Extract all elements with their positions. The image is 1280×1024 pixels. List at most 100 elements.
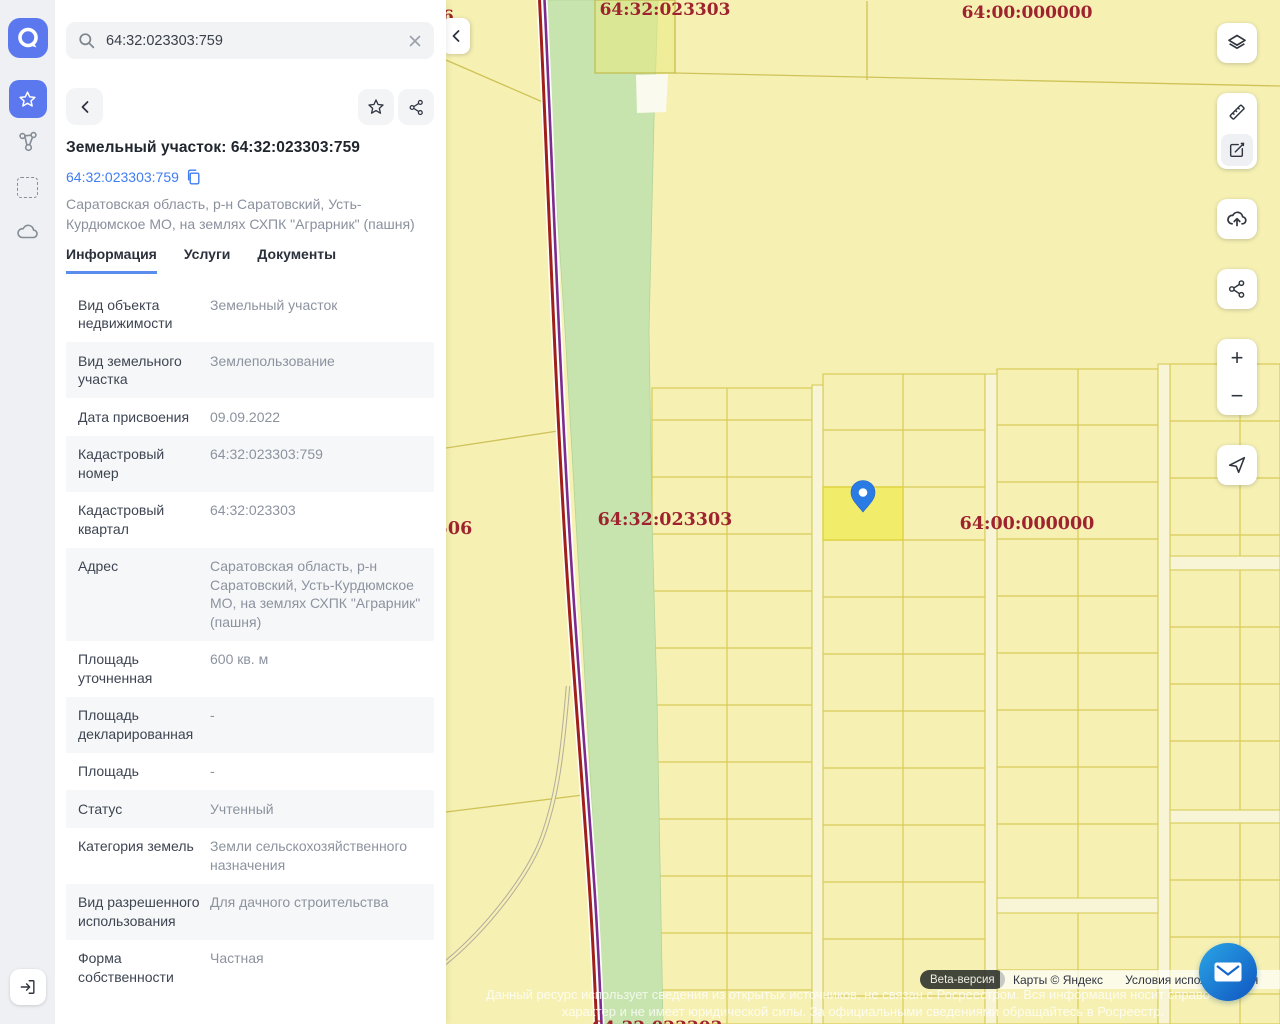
- cadastral-number-link-row: 64:32:023303:759: [66, 169, 200, 185]
- zoom-out-button[interactable]: −: [1217, 377, 1257, 415]
- info-row: Вид земельного участкаЗемлепользование: [66, 342, 434, 398]
- info-row: Вид объекта недвижимостиЗемельный участо…: [66, 286, 434, 342]
- chevron-left-icon: [79, 100, 91, 114]
- beta-badge: Beta-версия: [920, 970, 1005, 989]
- nspd-logo-icon: [8, 18, 48, 58]
- info-row-label: Статус: [78, 800, 210, 819]
- sidebar-item-area-select[interactable]: [9, 172, 47, 202]
- quarter-label: 64:32:023303: [600, 0, 731, 20]
- object-title: Земельный участок: 64:32:023303:759: [66, 139, 434, 157]
- cloud-icon: [15, 220, 41, 242]
- measure-edit-toolbar: [1217, 93, 1257, 169]
- info-row-label: Вид объекта недвижимости: [78, 296, 210, 333]
- info-row: АдресСаратовская область, р-н Саратовски…: [66, 548, 434, 641]
- clear-search-icon[interactable]: [408, 34, 422, 48]
- copy-icon[interactable]: [186, 169, 200, 185]
- quarter-label-left-mid: 506: [446, 519, 472, 539]
- info-row-value: Для дачного строительства: [210, 893, 422, 930]
- map-share-button[interactable]: [1217, 269, 1257, 309]
- info-row-value: Частная: [210, 949, 422, 986]
- info-row: Площадь декларированная-: [66, 697, 434, 753]
- info-row-value: Учтенный: [210, 800, 422, 819]
- chevron-left-icon: [450, 29, 462, 43]
- info-row-label: Адрес: [78, 557, 210, 631]
- info-row-label: Кадастровый номер: [78, 445, 210, 482]
- upload-button[interactable]: [1217, 199, 1257, 239]
- info-row-label: Категория земель: [78, 837, 210, 874]
- info-row-label: Кадастровый квартал: [78, 501, 210, 538]
- info-row-label: Вид земельного участка: [78, 352, 210, 389]
- info-row-value: -: [210, 762, 422, 781]
- info-row-value: 64:32:023303: [210, 501, 422, 538]
- info-row: СтатусУчтенный: [66, 790, 434, 828]
- zone-label: 64:00:000000: [962, 3, 1093, 23]
- info-row-value: Саратовская область, р-н Саратовский, Ус…: [210, 557, 422, 631]
- layers-icon: [1225, 31, 1249, 55]
- info-row: Кадастровый квартал64:32:023303: [66, 492, 434, 548]
- info-row-value: Земельный участок: [210, 296, 422, 333]
- ruler-button[interactable]: [1217, 93, 1257, 131]
- panel-collapse-button[interactable]: [442, 18, 470, 54]
- map-disclaimer: Данный ресурс использует сведения из отк…: [446, 987, 1280, 1020]
- info-row-value: Земли сельскохозяйственного назначения: [210, 837, 422, 874]
- sidebar-item-cloud[interactable]: [9, 216, 47, 246]
- back-button[interactable]: [66, 88, 103, 125]
- info-row-value: 600 кв. м: [210, 650, 422, 687]
- envelope-icon: [1213, 960, 1243, 984]
- tab-services[interactable]: Услуги: [184, 246, 231, 274]
- edit-icon: [1227, 140, 1247, 160]
- share-object-button[interactable]: [398, 89, 434, 125]
- zoom-control: + −: [1217, 339, 1257, 415]
- app-sidebar: [0, 0, 55, 1024]
- maps-copyright[interactable]: Карты © Яндекс: [1013, 973, 1103, 987]
- layers-button[interactable]: [1217, 23, 1257, 63]
- molecule-icon: [15, 129, 41, 155]
- tab-information[interactable]: Информация: [66, 246, 157, 274]
- info-row-label: Площадь уточненная: [78, 650, 210, 687]
- favorite-button[interactable]: [358, 89, 394, 125]
- info-row-label: Вид разрешенного использования: [78, 893, 210, 930]
- search-icon: [78, 32, 95, 49]
- info-row-label: Дата присвоения: [78, 408, 210, 427]
- sidebar-item-favorites[interactable]: [9, 80, 47, 118]
- info-row: Площадь уточненная600 кв. м: [66, 641, 434, 697]
- info-row-label: Площадь: [78, 762, 210, 781]
- edit-button[interactable]: [1217, 131, 1257, 169]
- app-window: 64:32:023303 64:00:000000 06 64:32:02330…: [0, 0, 1280, 1024]
- info-row: Вид разрешенного использованияДля дачног…: [66, 884, 434, 940]
- quarter-label-mid: 64:32:023303: [598, 510, 733, 530]
- info-row: Площадь-: [66, 753, 434, 791]
- share-icon: [407, 98, 426, 117]
- sign-in-icon: [18, 977, 38, 997]
- zone-label-mid: 64:00:000000: [960, 514, 1095, 534]
- object-address: Саратовская область, р-н Саратовский, Ус…: [66, 194, 426, 234]
- sign-in-button[interactable]: [10, 969, 46, 1005]
- locate-button[interactable]: [1217, 445, 1257, 485]
- search-bar[interactable]: [66, 22, 434, 59]
- star-icon: [17, 89, 38, 110]
- cloud-upload-icon: [1225, 207, 1249, 231]
- minus-icon: −: [1231, 385, 1244, 407]
- info-row: Дата присвоения09.09.2022: [66, 398, 434, 436]
- sidebar-item-related-objects[interactable]: [9, 127, 47, 157]
- info-row: Категория земельЗемли сельскохозяйственн…: [66, 828, 434, 884]
- tabs: Информация Услуги Документы: [66, 246, 336, 274]
- info-table: Вид объекта недвижимостиЗемельный участо…: [66, 286, 434, 996]
- cadastral-map[interactable]: 64:32:023303 64:00:000000 06 64:32:02330…: [446, 0, 1280, 1024]
- ruler-icon: [1226, 101, 1248, 123]
- search-input[interactable]: [104, 32, 408, 50]
- object-info-panel: Земельный участок: 64:32:023303:759 64:3…: [55, 0, 446, 1024]
- info-row: Форма собственностиЧастная: [66, 940, 434, 996]
- info-row-value: 09.09.2022: [210, 408, 422, 427]
- dashed-selection-icon: [17, 177, 38, 198]
- info-row-value: -: [210, 706, 422, 743]
- navigation-arrow-icon: [1226, 454, 1248, 476]
- chat-button[interactable]: [1199, 943, 1257, 1001]
- info-row-value: 64:32:023303:759: [210, 445, 422, 482]
- zoom-in-button[interactable]: +: [1217, 339, 1257, 377]
- info-row-label: Площадь декларированная: [78, 706, 210, 743]
- cadastral-number-link[interactable]: 64:32:023303:759: [66, 169, 179, 185]
- tab-documents[interactable]: Документы: [257, 246, 336, 274]
- app-logo[interactable]: [8, 18, 48, 58]
- info-row: Кадастровый номер64:32:023303:759: [66, 436, 434, 492]
